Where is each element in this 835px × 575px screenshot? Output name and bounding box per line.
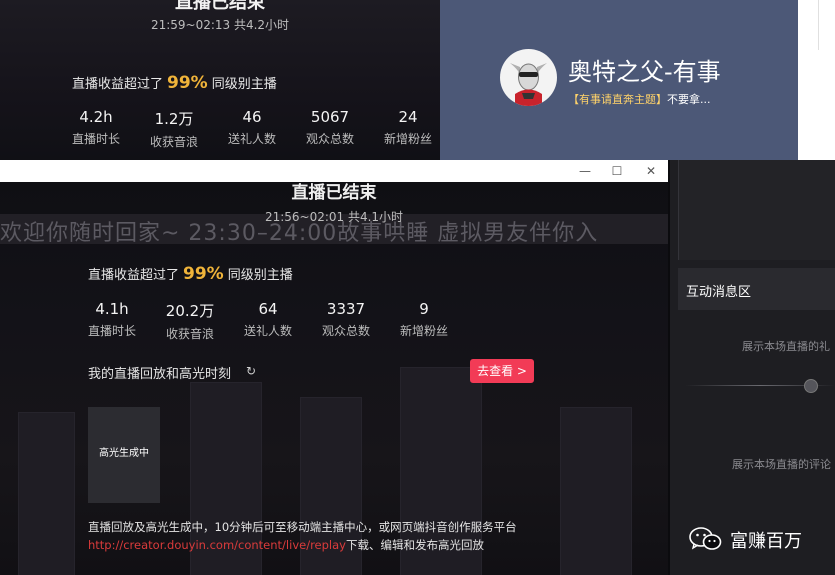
view-replay-button[interactable]: 去查看 > [470, 359, 534, 383]
replay-footnote: 直播回放及高光生成中，10分钟后可至移动端主播中心，或网页端抖音创作服务平台 [88, 520, 517, 534]
right-panel: 互动消息区 展示本场直播的礼 展示本场直播的评论 [670, 160, 835, 575]
front-window: — ☐ ✕ 欢迎你随时回家~ 23:30–24:00故事哄睡 虚拟男友伴你入 直… [0, 160, 668, 575]
wechat-icon [689, 527, 722, 550]
bg-building [18, 412, 75, 575]
back-title: 直播已结束 [175, 0, 265, 13]
back-stat-sound-waves: 1.2万 收获音浪 [135, 108, 213, 150]
window-titlebar[interactable]: — ☐ ✕ [0, 160, 668, 183]
stat-value: 1.2万 [154, 110, 194, 128]
earnings-percent: 99% [167, 73, 208, 93]
watermark-text: 富赚百万 [730, 531, 802, 552]
front-stat-duration: 4.1h 直播时长 [73, 300, 151, 339]
profile-card[interactable]: 奥特之父-有事 【有事请直奔主题】不要拿... [440, 0, 798, 160]
front-title: 直播已结束 [291, 183, 377, 203]
front-stat-sound-waves: 20.2万 收获音浪 [151, 300, 229, 342]
profile-name: 奥特之父-有事 [568, 58, 721, 86]
earnings-prefix: 直播收益超过了 [72, 77, 164, 92]
front-earnings-line: 直播收益超过了 99% 同级别主播 [88, 264, 293, 284]
profile-subtitle: 【有事请直奔主题】不要拿... [568, 91, 711, 107]
earnings-suffix: 同级别主播 [227, 268, 293, 283]
front-window-body: 欢迎你随时回家~ 23:30–24:00故事哄睡 虚拟男友伴你入 直播已结束 2… [0, 182, 668, 575]
highlight-thumbnail[interactable]: 高光生成中 [88, 407, 160, 503]
stat-label: 送礼人数 [243, 324, 292, 338]
interaction-title: 互动消息区 [686, 285, 752, 300]
close-button[interactable]: ✕ [636, 162, 666, 180]
divider-drag-handle[interactable] [804, 379, 818, 393]
front-timeline: 21:56~02:01 共4.1小时 [264, 210, 404, 224]
stat-label: 直播时长 [87, 324, 136, 338]
ultraman-avatar-icon [510, 63, 547, 106]
bg-building [560, 407, 632, 575]
stat-label: 送礼人数 [227, 132, 276, 146]
back-stat-new-fans: 24 新增粉丝 [369, 108, 440, 147]
stat-label: 收获音浪 [149, 135, 198, 149]
stat-value: 4.2h [79, 108, 113, 126]
replay-footnote-line2: http://creator.douyin.com/content/live/r… [88, 537, 484, 553]
footnote-rest: 下载、编辑和发布高光回放 [345, 538, 484, 552]
creator-platform-link[interactable]: http://creator.douyin.com/content/live/r… [88, 538, 346, 552]
right-panel-top [678, 160, 835, 260]
stat-value: 24 [398, 108, 418, 126]
refresh-icon[interactable]: ↻ [246, 364, 256, 378]
front-stat-gifters: 64 送礼人数 [229, 300, 307, 339]
stat-label: 直播时长 [71, 132, 120, 146]
stat-label: 观众总数 [321, 324, 370, 338]
stat-value: 46 [242, 108, 262, 126]
stat-value: 3337 [326, 300, 366, 318]
stat-label: 新增粉丝 [399, 324, 448, 338]
back-stat-duration: 4.2h 直播时长 [57, 108, 135, 147]
subtitle-rest: 不要拿... [667, 93, 711, 106]
back-stat-viewers: 5067 观众总数 [291, 108, 369, 147]
stat-value: 20.2万 [165, 302, 215, 320]
back-stat-gifters: 46 送礼人数 [213, 108, 291, 147]
front-stat-viewers: 3337 观众总数 [307, 300, 385, 339]
minimize-button[interactable]: — [570, 162, 600, 180]
earnings-prefix: 直播收益超过了 [88, 268, 180, 283]
stat-label: 收获音浪 [165, 327, 214, 341]
stat-label: 新增粉丝 [383, 132, 432, 146]
back-window: 直播已结束 21:59~02:13 共4.2小时 直播收益超过了 99% 同级别主播… [0, 0, 440, 160]
stat-value: 5067 [310, 108, 350, 126]
thumbnail-status: 高光生成中 [99, 448, 149, 459]
replay-section-label: 我的直播回放和高光时刻 [88, 367, 232, 382]
stat-value: 64 [258, 300, 278, 318]
stat-label: 观众总数 [305, 132, 354, 146]
stat-value: 9 [419, 300, 429, 318]
maximize-button[interactable]: ☐ [602, 162, 632, 180]
comment-hint: 展示本场直播的评论 [732, 458, 831, 471]
earnings-percent: 99% [183, 264, 224, 284]
back-timeline: 21:59~02:13 共4.2小时 [150, 18, 290, 32]
stat-value: 4.1h [95, 300, 129, 318]
subtitle-highlight: 【有事请直奔主题】 [568, 93, 667, 106]
right-white-strip [798, 0, 835, 160]
front-stat-new-fans: 9 新增粉丝 [385, 300, 463, 339]
earnings-suffix: 同级别主播 [211, 77, 277, 92]
avatar[interactable] [500, 49, 557, 106]
gift-hint: 展示本场直播的礼 [742, 340, 830, 353]
back-earnings-line: 直播收益超过了 99% 同级别主播 [72, 73, 277, 93]
